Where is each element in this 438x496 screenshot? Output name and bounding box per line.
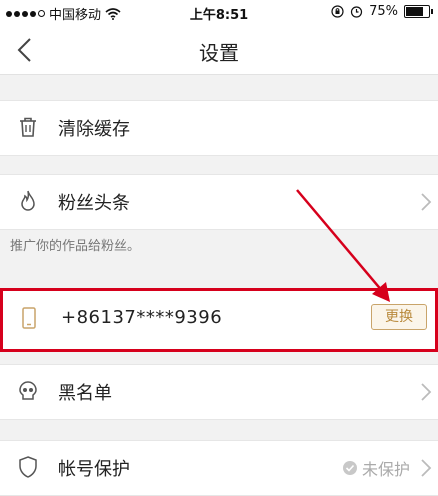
clear-cache-label: 清除缓存 — [58, 119, 130, 140]
fans-headline-label: 粉丝头条 — [58, 193, 130, 214]
phone-icon — [22, 307, 36, 329]
blacklist-label: 黑名单 — [58, 383, 112, 404]
chevron-right-icon — [421, 193, 432, 211]
skull-icon — [19, 381, 37, 400]
shield-icon — [19, 456, 37, 478]
chevron-right-icon — [421, 383, 432, 401]
clear-cache-row[interactable]: 清除缓存 — [0, 100, 438, 156]
flame-icon — [21, 190, 35, 211]
blacklist-row[interactable]: 黑名单 — [0, 364, 438, 420]
status-bar: 中国移动 上午8:51 75% — [0, 0, 438, 26]
fans-headline-hint: 推广你的作品给粉丝。 — [10, 239, 141, 254]
battery-percent: 75% — [369, 4, 398, 19]
phone-number-row: +86137****9396 更换 — [0, 288, 438, 352]
check-circle-icon — [342, 461, 357, 475]
orientation-lock-icon — [331, 5, 344, 18]
battery-fill — [406, 7, 423, 16]
phone-number: +86137****9396 — [61, 307, 223, 328]
protection-status: 未保护 — [342, 456, 410, 480]
nav-bar: 设置 — [0, 26, 438, 75]
protection-status-text: 未保护 — [361, 460, 410, 479]
trash-icon — [20, 117, 36, 137]
change-phone-button[interactable]: 更换 — [371, 304, 427, 330]
page-title: 设置 — [199, 41, 239, 65]
alarm-icon — [350, 6, 363, 18]
status-right: 75% — [331, 4, 433, 19]
chevron-right-icon — [421, 459, 432, 477]
fans-headline-row[interactable]: 粉丝头条 — [0, 174, 438, 230]
account-protection-label: 帐号保护 — [58, 459, 130, 480]
battery-icon — [404, 5, 433, 18]
